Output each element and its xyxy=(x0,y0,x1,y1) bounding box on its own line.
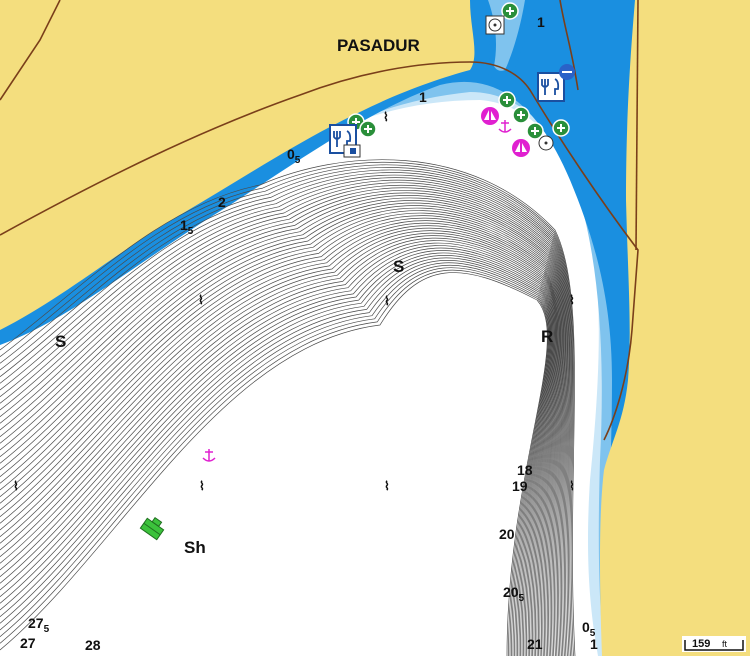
restaurant-icon[interactable] xyxy=(537,72,565,102)
depth-main: 0 xyxy=(287,146,295,162)
sailing-harbour-icon[interactable] xyxy=(512,139,530,157)
seabed-label: S xyxy=(393,257,404,276)
depth-sounding: 21 xyxy=(527,636,543,652)
depth-sounding: 27 xyxy=(20,635,36,651)
marina-plus-icon[interactable] xyxy=(498,91,516,109)
depth-sounding: 19 xyxy=(512,478,528,494)
depth-sounding: 28 xyxy=(85,637,101,653)
scale-value: 159 xyxy=(692,638,710,650)
seabed-label: R xyxy=(541,327,553,346)
sailing-harbour-icon[interactable] xyxy=(481,107,499,125)
seaweed-marker-icon[interactable]: ⌇ xyxy=(384,479,390,493)
place-name: PASADUR xyxy=(337,36,420,55)
scale-unit: ft xyxy=(722,639,728,649)
depth-sub: 5 xyxy=(44,624,50,635)
depth-sounding: 2 xyxy=(218,194,226,210)
seaweed-marker-icon[interactable]: ⌇ xyxy=(569,479,575,493)
depth-sounding: 18 xyxy=(517,462,533,478)
marina-plus-icon[interactable] xyxy=(512,106,530,124)
harbour-office-icon[interactable] xyxy=(343,144,361,158)
seaweed-marker-icon[interactable]: ⌇ xyxy=(198,293,204,307)
info-icon[interactable] xyxy=(559,64,575,80)
marina-plus-icon[interactable] xyxy=(526,122,544,140)
depth-sounding: 20 xyxy=(499,526,515,542)
seabed-label: Sh xyxy=(184,538,206,557)
depth-main: 27 xyxy=(28,615,44,631)
chart-canvas[interactable]: PASADUR S S R Sh 1 1 05 2 15 18 19 20 20… xyxy=(0,0,750,656)
marina-plus-icon[interactable] xyxy=(552,119,570,137)
seaweed-marker-icon[interactable]: ⌇ xyxy=(569,293,575,307)
seaweed-marker-icon[interactable]: ⌇ xyxy=(383,110,389,124)
seaweed-marker-icon[interactable]: ⌇ xyxy=(13,479,19,493)
depth-sub: 5 xyxy=(188,226,194,237)
seaweed-marker-icon[interactable]: ⌇ xyxy=(384,294,390,308)
fuel-icon[interactable] xyxy=(538,135,554,151)
scale-bar: 159 ft xyxy=(682,636,746,652)
seabed-label: S xyxy=(55,332,66,351)
fuel-icon[interactable] xyxy=(485,15,505,35)
depth-sounding: 1 xyxy=(537,14,545,30)
marina-plus-icon[interactable] xyxy=(359,120,377,138)
nautical-chart[interactable]: PASADUR S S R Sh 1 1 05 2 15 18 19 20 20… xyxy=(0,0,750,656)
depth-sounding: 1 xyxy=(419,89,427,105)
depth-sounding: 1 xyxy=(590,636,598,652)
depth-main: 1 xyxy=(180,217,188,233)
depth-sub: 5 xyxy=(519,593,525,604)
depth-main: 0 xyxy=(582,619,590,635)
depth-main: 20 xyxy=(503,584,519,600)
seaweed-marker-icon[interactable]: ⌇ xyxy=(199,479,205,493)
depth-sub: 5 xyxy=(295,155,301,166)
